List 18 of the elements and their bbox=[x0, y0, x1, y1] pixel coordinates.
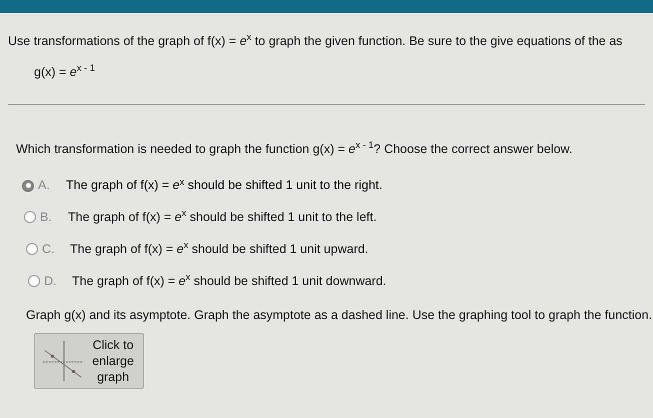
radio-button[interactable] bbox=[26, 243, 38, 256]
option-letter: B. bbox=[40, 209, 53, 226]
option-letter: D. bbox=[44, 272, 58, 290]
graph-icon bbox=[41, 338, 84, 384]
radio-button[interactable] bbox=[24, 211, 36, 224]
enlarge-graph-button[interactable]: Click to enlarge graph bbox=[34, 333, 144, 389]
option-text: The graph of f(x) = e$^{x}$ should be shifted 1 unit upward. bbox=[70, 240, 368, 258]
option-text: The graph of f(x) = e$^{x}$ should be shifted 1 unit to the right. bbox=[66, 176, 382, 194]
option-letter: C. bbox=[42, 240, 56, 258]
radio-button[interactable] bbox=[28, 274, 40, 287]
option-text: The graph of f(x) = e$^{x}$ should be shifted 1 unit to the left. bbox=[68, 208, 377, 226]
question-text: Which transformation is needed to graph the function g(x) = e$^{x - 1}$? Choose the correct answer below. bbox=[16, 140, 572, 158]
graph-instruction-text: Graph g(x) and its asymptote. Graph the asymptote as a dashed line. Use the graphing tool to graph the function. bbox=[26, 307, 652, 324]
option-letter: A. bbox=[38, 177, 51, 194]
instruction-text: Use transformations of the graph of f(x) = e$^{x}$ to graph the given function. Be sure to the give equations of the as bbox=[8, 32, 622, 50]
option-text: The graph of f(x) = e$^{x}$ should be shifted 1 unit downward. bbox=[72, 272, 386, 290]
radio-button[interactable] bbox=[22, 180, 34, 192]
function-equation: g(x) = e$^{x - 1}$ bbox=[34, 64, 95, 79]
